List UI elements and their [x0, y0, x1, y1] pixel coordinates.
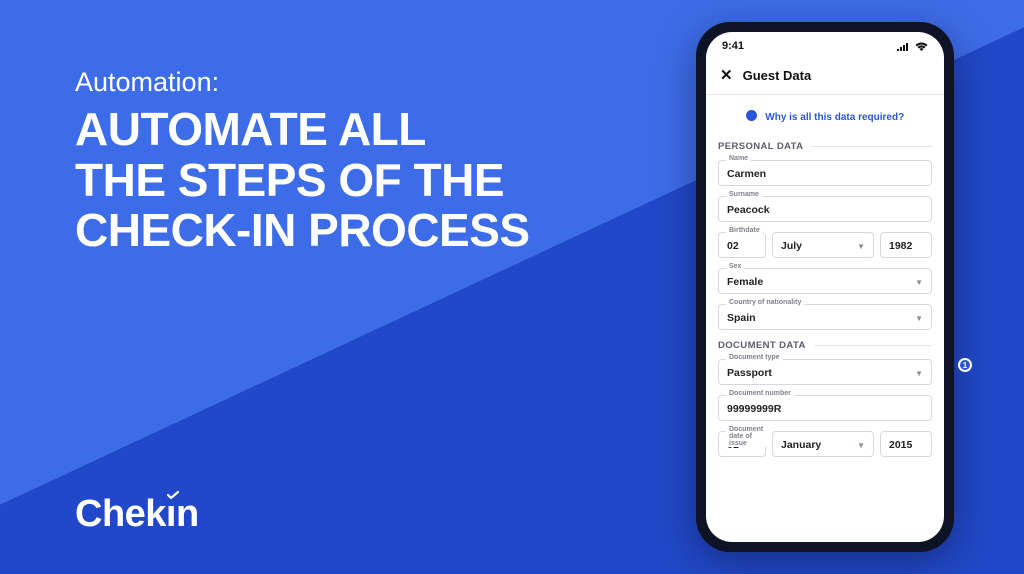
field-value: Carmen — [727, 168, 766, 180]
headline-line: AUTOMATE ALL — [75, 103, 426, 155]
sex-field[interactable]: Sex Female ▼ — [718, 268, 932, 294]
field-label: Country of nationality — [726, 299, 804, 306]
name-field[interactable]: Name Carmen — [718, 160, 932, 186]
birth-year-field[interactable]: 1982 — [880, 232, 932, 258]
field-label: Document number — [726, 390, 794, 397]
chevron-down-icon: ▼ — [915, 369, 923, 378]
nationality-field[interactable]: Country of nationality Spain ▼ — [718, 304, 932, 330]
birth-month-field[interactable]: July ▼ — [772, 232, 874, 258]
signal-icon — [897, 42, 911, 51]
section-label-document: DOCUMENT DATA — [718, 340, 932, 351]
status-time: 9:41 — [722, 40, 744, 52]
field-value: 2015 — [889, 439, 912, 451]
section-label-personal: PERSONAL DATA — [718, 141, 932, 152]
chevron-down-icon: ▼ — [915, 314, 923, 323]
field-label: Sex — [726, 263, 744, 270]
field-value: Spain — [727, 312, 756, 324]
field-value: January — [781, 439, 821, 451]
field-value: Female — [727, 276, 763, 288]
issue-year-field[interactable]: 2015 — [880, 431, 932, 457]
issue-day-field[interactable]: Document date of issue 01 — [718, 431, 766, 457]
field-label: Name — [726, 155, 751, 162]
phone-screen: 9:41 ✕ Guest Data i Why is all this data… — [706, 32, 944, 542]
step-badge: 1 — [958, 358, 972, 372]
close-icon[interactable]: ✕ — [720, 66, 733, 84]
issue-month-field[interactable]: January ▼ — [772, 431, 874, 457]
surname-field[interactable]: Surname Peacock — [718, 196, 932, 222]
field-value: Passport — [727, 367, 772, 379]
doc-type-field[interactable]: Document type Passport ▼ — [718, 359, 932, 385]
info-link[interactable]: i Why is all this data required? — [718, 95, 932, 135]
phone-mockup: 9:41 ✕ Guest Data i Why is all this data… — [696, 22, 954, 552]
field-value: July — [781, 240, 802, 252]
field-value: 1982 — [889, 240, 912, 252]
chevron-down-icon: ▼ — [915, 278, 923, 287]
chevron-down-icon: ▼ — [857, 441, 865, 450]
headline-line: THE STEPS OF THE — [75, 154, 504, 206]
field-value: 99999999R — [727, 403, 781, 415]
page-title: Guest Data — [743, 68, 812, 83]
doc-number-field[interactable]: Document number 99999999R — [718, 395, 932, 421]
headline-line: CHECK-IN PROCESS — [75, 204, 530, 256]
field-value: 02 — [727, 240, 739, 252]
wifi-icon — [915, 42, 928, 51]
birth-day-field[interactable]: Birthdate 02 — [718, 232, 766, 258]
info-link-text: Why is all this data required? — [765, 112, 904, 123]
field-value: Peacock — [727, 204, 770, 216]
field-label: Birthdate — [726, 227, 763, 234]
field-label: Document type — [726, 354, 783, 361]
field-label: Surname — [726, 191, 762, 198]
form-body[interactable]: i Why is all this data required? PERSONA… — [706, 95, 944, 541]
info-icon: i — [746, 110, 757, 121]
field-label: Document date of issue — [726, 426, 766, 447]
chevron-down-icon: ▼ — [857, 242, 865, 251]
app-header: ✕ Guest Data — [706, 60, 944, 95]
status-bar: 9:41 — [706, 32, 944, 60]
